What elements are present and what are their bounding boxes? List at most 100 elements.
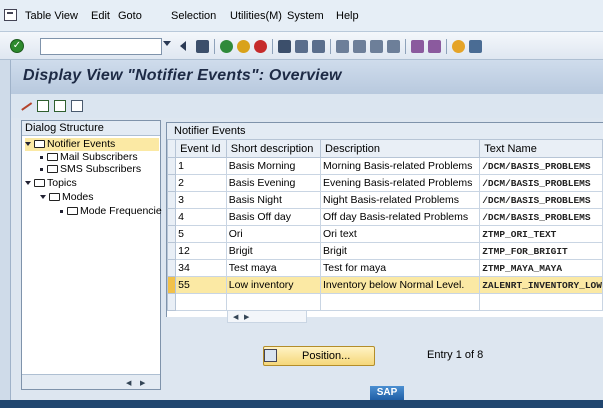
cell-text-name[interactable]: /DCM/BASIS_PROBLEMS [479, 174, 603, 192]
menu-utilities[interactable]: Utilities(M) [230, 10, 282, 22]
command-field[interactable] [40, 38, 162, 55]
save-icon[interactable] [196, 40, 209, 53]
scroll-left-icon[interactable]: ◀ [126, 379, 131, 387]
row-selector[interactable] [166, 191, 177, 209]
row-selector[interactable] [166, 225, 177, 243]
cell-short-description[interactable]: Test maya [225, 259, 322, 277]
next-page-icon[interactable] [370, 40, 383, 53]
menu-selection[interactable]: Selection [171, 10, 216, 22]
cell-short-description[interactable]: Ori [225, 225, 322, 243]
cell-text-name[interactable]: ZALENRT_INVENTORY_LOW [479, 276, 603, 294]
new-entries-icon[interactable] [37, 100, 49, 112]
column-header-description[interactable]: Description [320, 139, 481, 158]
exit-icon[interactable] [237, 40, 250, 53]
cell-event-id[interactable]: 4 [175, 208, 227, 226]
column-header-text-name[interactable]: Text Name [479, 139, 603, 158]
cell-short-description[interactable]: Basis Night [225, 191, 322, 209]
shortcut-icon[interactable] [428, 40, 441, 53]
cell-description[interactable] [320, 293, 481, 311]
first-page-icon[interactable] [336, 40, 349, 53]
copy-icon[interactable] [54, 100, 66, 112]
tree-item-topics[interactable]: Topics [25, 177, 77, 190]
create-session-icon[interactable] [411, 40, 424, 53]
cell-text-name[interactable]: ZTMP_MAYA_MAYA [479, 259, 603, 277]
menu-help[interactable]: Help [336, 10, 359, 22]
cell-event-id[interactable]: 34 [175, 259, 227, 277]
cell-event-id[interactable]: 1 [175, 157, 227, 175]
cell-event-id[interactable]: 3 [175, 191, 227, 209]
table-row[interactable]: 4 Basis Off day Off day Basis-related Prob… [166, 208, 603, 226]
help-icon[interactable] [452, 40, 465, 53]
tree-item-modes[interactable]: Modes [40, 191, 94, 204]
back-arrow-icon[interactable] [180, 41, 186, 51]
table-row[interactable]: 12 Brigit Brigit ZTMP_FOR_BRIGIT [166, 242, 603, 260]
cell-short-description[interactable]: Low inventory [225, 276, 322, 294]
cell-short-description[interactable]: Brigit [225, 242, 322, 260]
menu-edit[interactable]: Edit [91, 10, 110, 22]
display-change-icon[interactable] [17, 97, 33, 111]
dialog-horizontal-scrollbar[interactable]: ◀ ▶ [22, 374, 160, 389]
menu-table-view[interactable]: Table View [25, 10, 78, 22]
position-button[interactable]: Position... [263, 346, 375, 366]
cell-description[interactable]: Test for maya [320, 259, 481, 277]
cell-short-description[interactable]: Basis Evening [225, 174, 322, 192]
row-selector[interactable] [166, 208, 177, 226]
delete-icon[interactable] [71, 100, 83, 112]
system-menu-icon[interactable] [4, 9, 17, 21]
row-selector[interactable] [166, 259, 177, 277]
cancel-icon[interactable] [254, 40, 267, 53]
table-row[interactable]: 1 Basis Morning Morning Basis-related Prob… [166, 157, 603, 175]
tree-item-notifier-events[interactable]: Notifier Events [25, 138, 159, 151]
print-icon[interactable] [278, 40, 291, 53]
table-row[interactable]: 34 Test maya Test for maya ZTMP_MAYA_MAYA [166, 259, 603, 277]
row-selector[interactable] [166, 293, 177, 311]
column-header-event-id[interactable]: Event Id [175, 139, 227, 158]
cell-event-id[interactable]: 5 [175, 225, 227, 243]
column-header-short-description[interactable]: Short description [225, 139, 322, 158]
cell-description[interactable]: Morning Basis-related Problems [320, 157, 481, 175]
cell-event-id[interactable] [175, 293, 227, 311]
cell-event-id[interactable]: 2 [175, 174, 227, 192]
scroll-right-icon[interactable]: ▶ [244, 313, 249, 321]
cell-description[interactable]: Inventory below Normal Level. [320, 276, 481, 294]
scroll-left-icon[interactable]: ◀ [233, 313, 238, 321]
cell-description[interactable]: Off day Basis-related Problems [320, 208, 481, 226]
cell-short-description[interactable]: Basis Off day [225, 208, 322, 226]
row-selector[interactable] [166, 276, 177, 294]
table-row[interactable]: 2 Basis Evening Evening Basis-related Prob… [166, 174, 603, 192]
back-icon[interactable] [220, 40, 233, 53]
prev-page-icon[interactable] [353, 40, 366, 53]
last-page-icon[interactable] [387, 40, 400, 53]
layout-icon[interactable] [469, 40, 482, 53]
cell-text-name[interactable]: /DCM/BASIS_PROBLEMS [479, 208, 603, 226]
cell-short-description[interactable] [225, 293, 322, 311]
cell-event-id[interactable]: 55 [175, 276, 227, 294]
menu-goto[interactable]: Goto [118, 10, 142, 22]
select-all-cell[interactable] [166, 139, 177, 158]
row-selector[interactable] [166, 242, 177, 260]
expand-icon[interactable] [25, 181, 31, 186]
cell-description[interactable]: Evening Basis-related Problems [320, 174, 481, 192]
cell-text-name[interactable]: /DCM/BASIS_PROBLEMS [479, 157, 603, 175]
expand-icon[interactable] [25, 142, 31, 147]
table-row[interactable]: 3 Basis Night Night Basis-related Problems… [166, 191, 603, 209]
cell-text-name[interactable]: ZTMP_FOR_BRIGIT [479, 242, 603, 260]
scroll-right-icon[interactable]: ▶ [140, 379, 145, 387]
cell-event-id[interactable]: 12 [175, 242, 227, 260]
find-icon[interactable] [295, 40, 308, 53]
cell-text-name[interactable] [479, 293, 603, 311]
find-next-icon[interactable] [312, 40, 325, 53]
cell-text-name[interactable]: /DCM/BASIS_PROBLEMS [479, 191, 603, 209]
tree-item-sms-subscribers[interactable]: SMS Subscribers [40, 163, 141, 176]
command-dropdown-icon[interactable] [163, 41, 171, 46]
row-selector[interactable] [166, 174, 177, 192]
row-selector[interactable] [166, 157, 177, 175]
expand-icon[interactable] [40, 195, 46, 200]
table-row[interactable] [166, 293, 603, 311]
ok-icon[interactable]: ✓ [10, 39, 24, 53]
table-row[interactable]: 55 Low inventory Inventory below Normal Le… [166, 276, 603, 294]
cell-text-name[interactable]: ZTMP_ORI_TEXT [479, 225, 603, 243]
table-horizontal-scrollbar[interactable]: ◀ ▶ [227, 310, 307, 323]
tree-item-mode-frequencie[interactable]: Mode Frequencie [60, 205, 162, 218]
cell-description[interactable]: Brigit [320, 242, 481, 260]
